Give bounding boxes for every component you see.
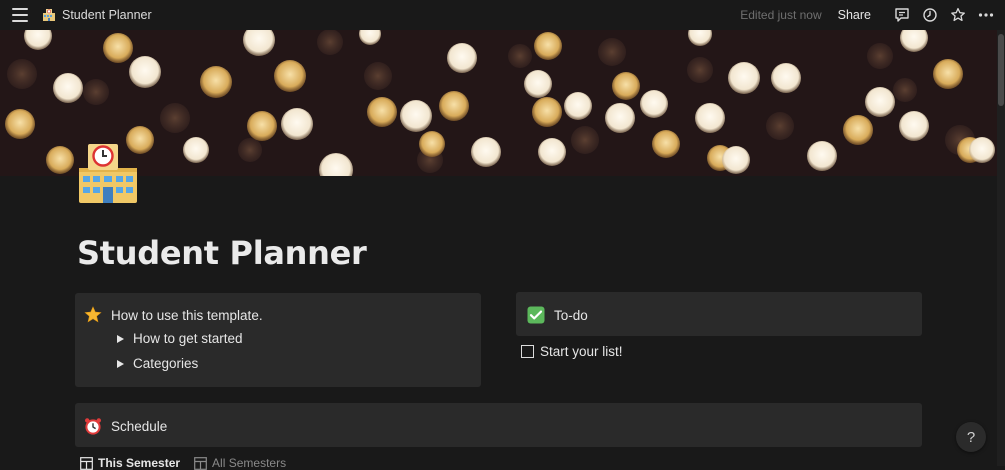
todo-heading-text: To-do <box>554 307 588 323</box>
star-icon <box>83 305 103 325</box>
schedule-heading-text: Schedule <box>111 418 168 434</box>
tab-all-semesters[interactable]: All Semesters <box>194 456 286 470</box>
check-mark-button-icon <box>526 305 546 325</box>
toggle-label: How to get started <box>133 331 243 346</box>
toggle-how-to-get-started[interactable]: How to get started <box>117 331 243 346</box>
breadcrumb-page-name: Student Planner <box>62 8 152 22</box>
todo-checkbox[interactable] <box>521 345 534 358</box>
more-options-icon[interactable] <box>977 6 995 24</box>
page-scrollbar[interactable] <box>997 30 1005 466</box>
database-view-tabs: This Semester All Semesters <box>80 456 300 470</box>
todo-heading: To-do <box>526 305 588 325</box>
history-clock-icon[interactable] <box>921 6 939 24</box>
how-to-callout: How to use this template. How to get sta… <box>75 293 481 387</box>
table-view-icon <box>194 456 207 470</box>
edited-status: Edited just now <box>740 8 822 22</box>
toggle-label: Categories <box>133 356 199 371</box>
todo-item[interactable]: Start your list! <box>521 344 623 359</box>
todo-callout: To-do <box>516 292 922 336</box>
schedule-callout: Schedule <box>75 403 922 447</box>
school-building-icon <box>43 9 55 21</box>
alarm-clock-icon <box>83 416 103 436</box>
how-to-heading: How to use this template. <box>83 305 263 325</box>
favorite-star-icon[interactable] <box>949 6 967 24</box>
tab-label: All Semesters <box>212 456 287 470</box>
how-to-heading-text: How to use this template. <box>111 307 263 323</box>
tab-this-semester[interactable]: This Semester <box>80 456 180 470</box>
help-button[interactable]: ? <box>956 422 986 452</box>
share-button[interactable]: Share <box>838 8 871 22</box>
comment-icon[interactable] <box>893 6 911 24</box>
top-bar: Student Planner Edited just now Share <box>0 0 1005 30</box>
schedule-heading: Schedule <box>83 416 167 436</box>
tab-label: This Semester <box>98 456 181 470</box>
toggle-arrow-icon[interactable] <box>117 359 124 368</box>
school-building-icon[interactable] <box>76 142 140 206</box>
breadcrumb[interactable]: Student Planner <box>42 8 152 22</box>
scrollbar-thumb[interactable] <box>998 34 1004 106</box>
table-view-icon <box>80 456 93 470</box>
page-title[interactable]: Student Planner <box>77 234 367 272</box>
todo-item-label[interactable]: Start your list! <box>540 344 623 359</box>
toggle-categories[interactable]: Categories <box>117 356 198 371</box>
cover-image[interactable] <box>0 30 997 176</box>
bokeh-lights-cover <box>0 30 997 176</box>
toggle-arrow-icon[interactable] <box>117 334 124 343</box>
sidebar-menu-icon[interactable] <box>12 8 28 22</box>
